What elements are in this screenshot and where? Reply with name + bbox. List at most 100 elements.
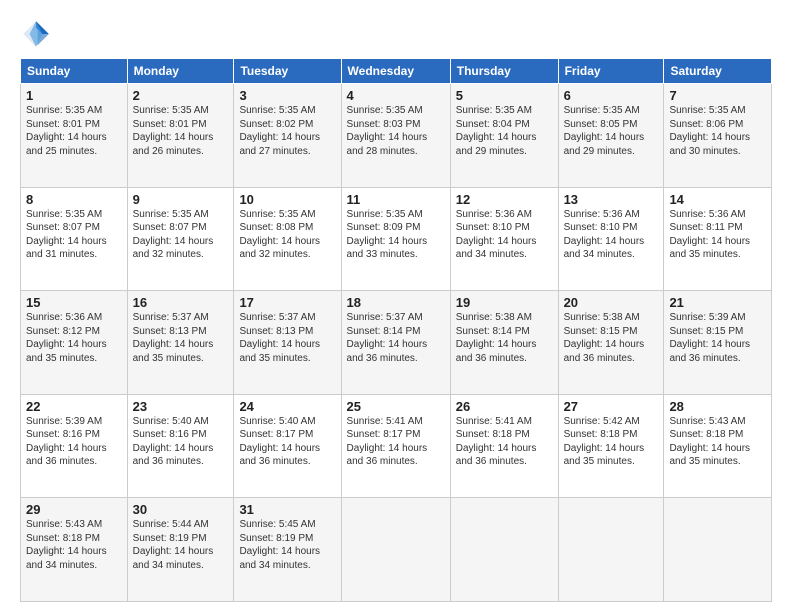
day-info: Sunrise: 5:44 AM Sunset: 8:19 PM Dayligh…	[133, 518, 229, 572]
calendar-cell: 28Sunrise: 5:43 AM Sunset: 8:18 PM Dayli…	[664, 394, 772, 498]
day-number: 8	[26, 192, 122, 207]
day-info: Sunrise: 5:35 AM Sunset: 8:03 PM Dayligh…	[347, 104, 445, 158]
weekday-header-thursday: Thursday	[450, 59, 558, 84]
weekday-header-tuesday: Tuesday	[234, 59, 341, 84]
day-number: 15	[26, 295, 122, 310]
day-info: Sunrise: 5:36 AM Sunset: 8:10 PM Dayligh…	[564, 208, 659, 262]
calendar-cell: 3Sunrise: 5:35 AM Sunset: 8:02 PM Daylig…	[234, 84, 341, 188]
day-info: Sunrise: 5:42 AM Sunset: 8:18 PM Dayligh…	[564, 415, 659, 469]
day-info: Sunrise: 5:39 AM Sunset: 8:16 PM Dayligh…	[26, 415, 122, 469]
calendar-week-2: 15Sunrise: 5:36 AM Sunset: 8:12 PM Dayli…	[21, 291, 772, 395]
day-number: 2	[133, 88, 229, 103]
calendar-cell: 2Sunrise: 5:35 AM Sunset: 8:01 PM Daylig…	[127, 84, 234, 188]
calendar-cell: 26Sunrise: 5:41 AM Sunset: 8:18 PM Dayli…	[450, 394, 558, 498]
calendar-week-3: 22Sunrise: 5:39 AM Sunset: 8:16 PM Dayli…	[21, 394, 772, 498]
calendar-cell: 11Sunrise: 5:35 AM Sunset: 8:09 PM Dayli…	[341, 187, 450, 291]
calendar-cell: 12Sunrise: 5:36 AM Sunset: 8:10 PM Dayli…	[450, 187, 558, 291]
day-number: 22	[26, 399, 122, 414]
day-number: 7	[669, 88, 766, 103]
day-number: 9	[133, 192, 229, 207]
day-number: 4	[347, 88, 445, 103]
day-number: 18	[347, 295, 445, 310]
calendar-cell: 30Sunrise: 5:44 AM Sunset: 8:19 PM Dayli…	[127, 498, 234, 602]
day-number: 5	[456, 88, 553, 103]
day-info: Sunrise: 5:36 AM Sunset: 8:10 PM Dayligh…	[456, 208, 553, 262]
day-number: 13	[564, 192, 659, 207]
calendar-cell: 9Sunrise: 5:35 AM Sunset: 8:07 PM Daylig…	[127, 187, 234, 291]
page: SundayMondayTuesdayWednesdayThursdayFrid…	[0, 0, 792, 612]
calendar-week-1: 8Sunrise: 5:35 AM Sunset: 8:07 PM Daylig…	[21, 187, 772, 291]
calendar-cell: 18Sunrise: 5:37 AM Sunset: 8:14 PM Dayli…	[341, 291, 450, 395]
weekday-header-wednesday: Wednesday	[341, 59, 450, 84]
weekday-header-sunday: Sunday	[21, 59, 128, 84]
day-info: Sunrise: 5:35 AM Sunset: 8:02 PM Dayligh…	[239, 104, 335, 158]
calendar-cell	[664, 498, 772, 602]
day-number: 25	[347, 399, 445, 414]
day-info: Sunrise: 5:35 AM Sunset: 8:06 PM Dayligh…	[669, 104, 766, 158]
calendar-cell: 27Sunrise: 5:42 AM Sunset: 8:18 PM Dayli…	[558, 394, 664, 498]
day-info: Sunrise: 5:40 AM Sunset: 8:17 PM Dayligh…	[239, 415, 335, 469]
calendar-cell: 22Sunrise: 5:39 AM Sunset: 8:16 PM Dayli…	[21, 394, 128, 498]
day-number: 26	[456, 399, 553, 414]
day-number: 3	[239, 88, 335, 103]
calendar-cell: 23Sunrise: 5:40 AM Sunset: 8:16 PM Dayli…	[127, 394, 234, 498]
day-info: Sunrise: 5:39 AM Sunset: 8:15 PM Dayligh…	[669, 311, 766, 365]
calendar-cell: 13Sunrise: 5:36 AM Sunset: 8:10 PM Dayli…	[558, 187, 664, 291]
day-info: Sunrise: 5:36 AM Sunset: 8:11 PM Dayligh…	[669, 208, 766, 262]
day-info: Sunrise: 5:41 AM Sunset: 8:18 PM Dayligh…	[456, 415, 553, 469]
calendar-week-4: 29Sunrise: 5:43 AM Sunset: 8:18 PM Dayli…	[21, 498, 772, 602]
calendar-cell: 8Sunrise: 5:35 AM Sunset: 8:07 PM Daylig…	[21, 187, 128, 291]
day-info: Sunrise: 5:35 AM Sunset: 8:08 PM Dayligh…	[239, 208, 335, 262]
calendar-cell: 1Sunrise: 5:35 AM Sunset: 8:01 PM Daylig…	[21, 84, 128, 188]
calendar-cell: 17Sunrise: 5:37 AM Sunset: 8:13 PM Dayli…	[234, 291, 341, 395]
calendar-cell: 21Sunrise: 5:39 AM Sunset: 8:15 PM Dayli…	[664, 291, 772, 395]
calendar-table: SundayMondayTuesdayWednesdayThursdayFrid…	[20, 58, 772, 602]
day-info: Sunrise: 5:35 AM Sunset: 8:07 PM Dayligh…	[26, 208, 122, 262]
day-info: Sunrise: 5:37 AM Sunset: 8:14 PM Dayligh…	[347, 311, 445, 365]
day-info: Sunrise: 5:35 AM Sunset: 8:05 PM Dayligh…	[564, 104, 659, 158]
day-number: 20	[564, 295, 659, 310]
day-info: Sunrise: 5:38 AM Sunset: 8:14 PM Dayligh…	[456, 311, 553, 365]
calendar-cell: 6Sunrise: 5:35 AM Sunset: 8:05 PM Daylig…	[558, 84, 664, 188]
calendar-cell: 20Sunrise: 5:38 AM Sunset: 8:15 PM Dayli…	[558, 291, 664, 395]
day-info: Sunrise: 5:35 AM Sunset: 8:07 PM Dayligh…	[133, 208, 229, 262]
calendar-cell	[450, 498, 558, 602]
day-info: Sunrise: 5:36 AM Sunset: 8:12 PM Dayligh…	[26, 311, 122, 365]
day-number: 23	[133, 399, 229, 414]
day-number: 16	[133, 295, 229, 310]
day-info: Sunrise: 5:40 AM Sunset: 8:16 PM Dayligh…	[133, 415, 229, 469]
day-info: Sunrise: 5:37 AM Sunset: 8:13 PM Dayligh…	[133, 311, 229, 365]
day-info: Sunrise: 5:35 AM Sunset: 8:01 PM Dayligh…	[26, 104, 122, 158]
day-number: 11	[347, 192, 445, 207]
calendar-cell: 16Sunrise: 5:37 AM Sunset: 8:13 PM Dayli…	[127, 291, 234, 395]
weekday-header-row: SundayMondayTuesdayWednesdayThursdayFrid…	[21, 59, 772, 84]
day-number: 30	[133, 502, 229, 517]
day-info: Sunrise: 5:43 AM Sunset: 8:18 PM Dayligh…	[669, 415, 766, 469]
calendar-cell	[341, 498, 450, 602]
day-info: Sunrise: 5:35 AM Sunset: 8:01 PM Dayligh…	[133, 104, 229, 158]
header	[20, 18, 772, 50]
logo	[20, 18, 56, 50]
calendar-cell: 4Sunrise: 5:35 AM Sunset: 8:03 PM Daylig…	[341, 84, 450, 188]
day-number: 27	[564, 399, 659, 414]
day-info: Sunrise: 5:38 AM Sunset: 8:15 PM Dayligh…	[564, 311, 659, 365]
day-info: Sunrise: 5:35 AM Sunset: 8:04 PM Dayligh…	[456, 104, 553, 158]
calendar-cell: 7Sunrise: 5:35 AM Sunset: 8:06 PM Daylig…	[664, 84, 772, 188]
day-number: 19	[456, 295, 553, 310]
day-number: 1	[26, 88, 122, 103]
calendar-cell: 24Sunrise: 5:40 AM Sunset: 8:17 PM Dayli…	[234, 394, 341, 498]
day-number: 14	[669, 192, 766, 207]
weekday-header-saturday: Saturday	[664, 59, 772, 84]
weekday-header-friday: Friday	[558, 59, 664, 84]
day-info: Sunrise: 5:41 AM Sunset: 8:17 PM Dayligh…	[347, 415, 445, 469]
day-info: Sunrise: 5:35 AM Sunset: 8:09 PM Dayligh…	[347, 208, 445, 262]
logo-icon	[20, 18, 52, 50]
day-number: 24	[239, 399, 335, 414]
calendar-cell	[558, 498, 664, 602]
calendar-cell: 19Sunrise: 5:38 AM Sunset: 8:14 PM Dayli…	[450, 291, 558, 395]
calendar-cell: 14Sunrise: 5:36 AM Sunset: 8:11 PM Dayli…	[664, 187, 772, 291]
day-info: Sunrise: 5:45 AM Sunset: 8:19 PM Dayligh…	[239, 518, 335, 572]
day-info: Sunrise: 5:37 AM Sunset: 8:13 PM Dayligh…	[239, 311, 335, 365]
day-number: 21	[669, 295, 766, 310]
day-number: 10	[239, 192, 335, 207]
